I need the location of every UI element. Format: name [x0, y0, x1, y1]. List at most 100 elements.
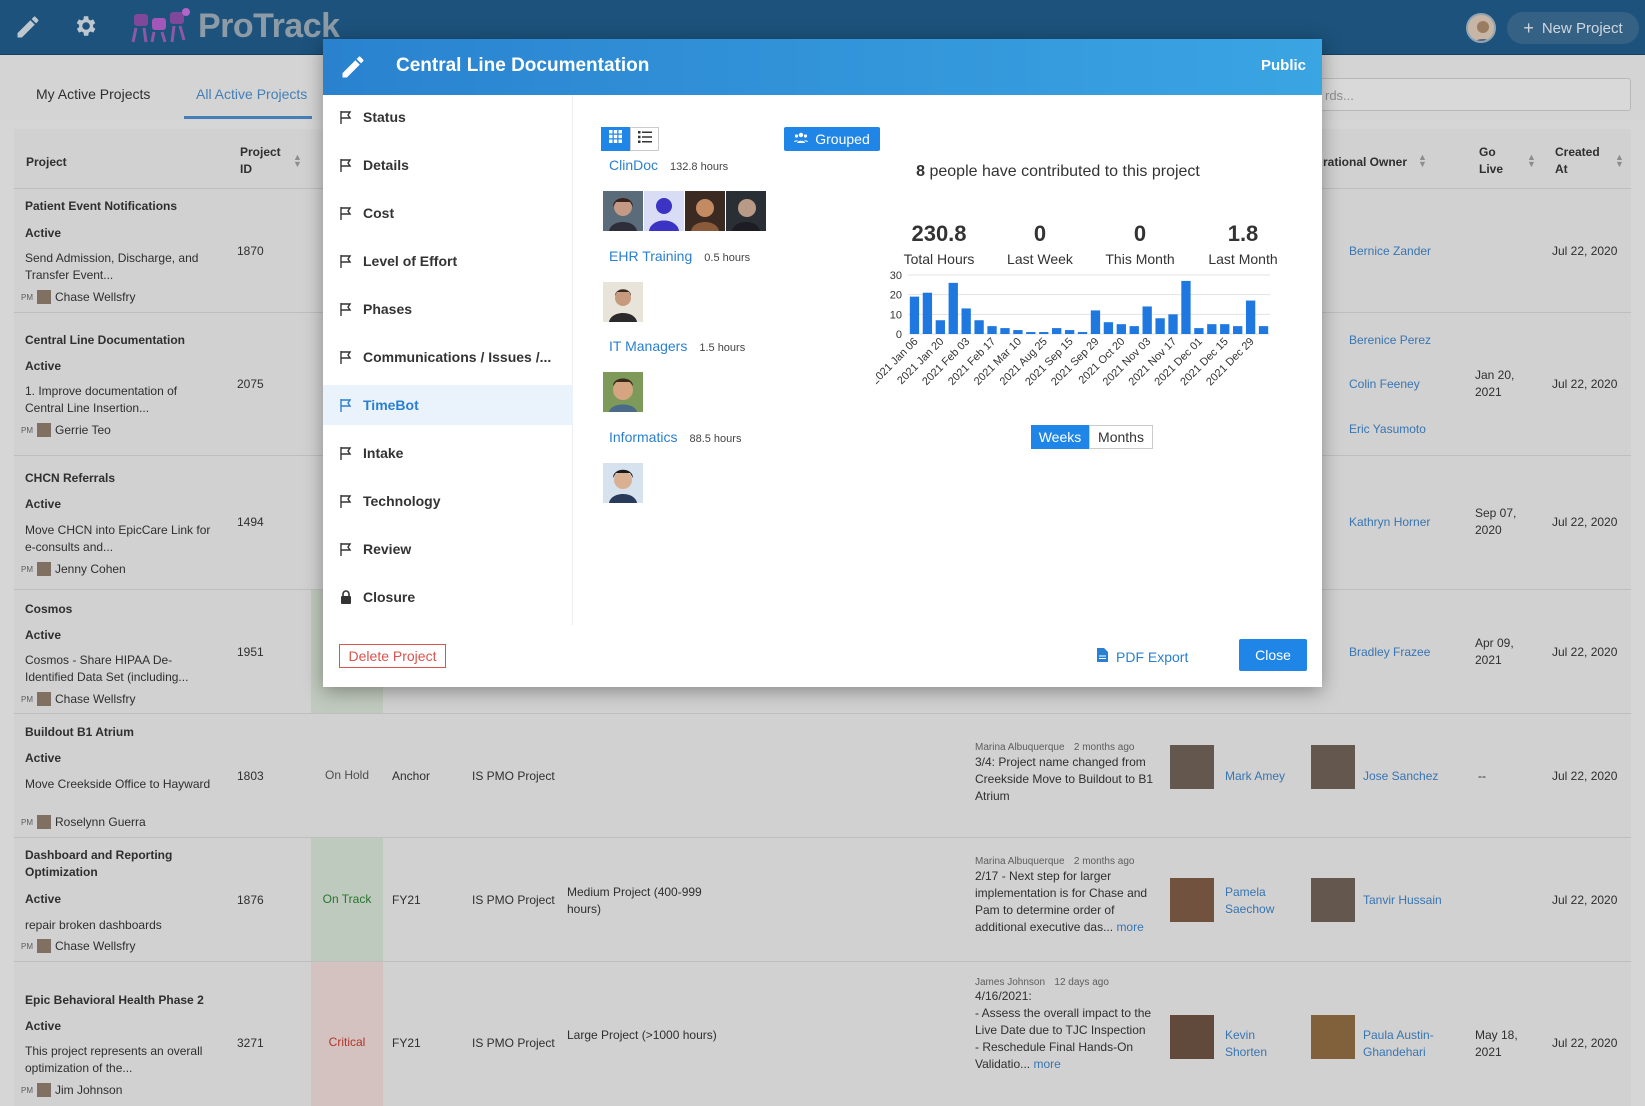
stat-total-hours: 230.8 Total Hours: [884, 221, 994, 267]
bar: [1245, 300, 1256, 334]
bar: [1039, 332, 1049, 334]
flag-icon: [339, 158, 353, 172]
grouped-toggle-button[interactable]: Grouped: [784, 127, 880, 151]
stat-label: Last Month: [1208, 251, 1278, 267]
stat-value: 230.8: [911, 221, 967, 246]
project-modal: Central Line Documentation Public Status…: [323, 39, 1322, 687]
close-button[interactable]: Close: [1239, 639, 1307, 671]
team-hours: 1.5 hours: [699, 342, 746, 354]
bar: [974, 320, 984, 334]
modal-header: Central Line Documentation Public: [323, 39, 1322, 95]
stat-value: 0: [1133, 221, 1147, 246]
flag-icon: [339, 542, 353, 556]
avatar: [603, 282, 643, 322]
sidebar-item-label: Intake: [363, 445, 404, 461]
grid-icon: [609, 130, 622, 148]
bar: [1077, 332, 1088, 334]
y-tick-label: 0: [896, 329, 902, 341]
bar: [1052, 328, 1062, 334]
bar: [909, 296, 920, 334]
list-view-button[interactable]: [630, 127, 659, 151]
sidebar-item-status[interactable]: Status: [323, 97, 573, 137]
sidebar-item-level-of-effort[interactable]: Level of Effort: [323, 241, 573, 281]
bar: [935, 320, 945, 334]
sidebar-item-label: Status: [363, 109, 406, 125]
sidebar-item-label: TimeBot: [363, 397, 419, 413]
sidebar-item-communications[interactable]: Communications / Issues /...: [323, 337, 573, 377]
sidebar-item-label: Phases: [363, 301, 413, 317]
y-tick-label: 10: [890, 309, 902, 321]
team-name[interactable]: Informatics: [609, 429, 677, 445]
sidebar-item-label: Level of Effort: [363, 253, 458, 269]
bar: [922, 292, 933, 334]
pdf-export-button[interactable]: PDF Export: [1097, 648, 1188, 665]
sidebar-item-timebot[interactable]: TimeBot: [323, 385, 573, 425]
bar: [948, 282, 958, 334]
avatar: [726, 191, 766, 231]
bar: [1064, 330, 1075, 334]
stat-value: 1.8: [1227, 221, 1259, 246]
file-pdf-icon: [1097, 648, 1108, 665]
flag-icon: [339, 446, 353, 460]
flag-icon: [339, 206, 353, 220]
avatar: [603, 463, 643, 503]
sidebar-item-details[interactable]: Details: [323, 145, 573, 185]
sidebar-item-label: Cost: [363, 205, 395, 221]
pdf-export-label: PDF Export: [1116, 648, 1189, 665]
avatar: [685, 191, 725, 231]
hours-bar-chart: 01020302021 Jan 062021 Jan 202021 Feb 03…: [876, 270, 1270, 388]
sidebar-item-phases[interactable]: Phases: [323, 289, 573, 329]
team-group: Informatics 88.5 hours: [609, 429, 741, 447]
bar: [1129, 326, 1139, 334]
team-name[interactable]: EHR Training: [609, 248, 692, 264]
flag-icon: [339, 110, 353, 124]
modal-sidebar: Status Details Cost Level of Effort Phas…: [323, 95, 573, 625]
bar: [1116, 324, 1126, 334]
bar: [1220, 324, 1230, 334]
visibility-badge[interactable]: Public: [1261, 57, 1306, 74]
bar: [1233, 326, 1243, 334]
bar: [1258, 326, 1269, 334]
sidebar-item-cost[interactable]: Cost: [323, 193, 573, 233]
bar: [1090, 310, 1101, 334]
bar: [1155, 318, 1165, 334]
modal-title: Central Line Documentation: [396, 55, 650, 76]
contributors-count: 8: [916, 163, 926, 180]
sidebar-item-label: Closure: [363, 589, 416, 605]
bar: [1013, 330, 1023, 334]
sidebar-item-intake[interactable]: Intake: [323, 433, 573, 473]
flag-icon: [339, 302, 353, 316]
stat-this-month: 0 This Month: [1085, 221, 1195, 267]
sidebar-item-label: Technology: [363, 493, 441, 509]
team-hours: 0.5 hours: [704, 252, 751, 264]
bar: [1168, 314, 1178, 334]
team-name[interactable]: IT Managers: [609, 338, 687, 354]
sidebar-item-technology[interactable]: Technology: [323, 481, 573, 521]
list-icon: [637, 130, 652, 148]
delete-project-button[interactable]: Delete Project: [339, 644, 446, 668]
team-hours: 88.5 hours: [689, 433, 742, 445]
grid-view-button[interactable]: [601, 127, 630, 151]
team-group: IT Managers 1.5 hours: [609, 338, 745, 356]
sidebar-item-review[interactable]: Review: [323, 529, 573, 569]
grouped-label: Grouped: [815, 131, 870, 147]
bar: [1207, 324, 1217, 334]
team-group: EHR Training 0.5 hours: [609, 248, 750, 266]
team-name[interactable]: ClinDoc: [609, 157, 658, 173]
stat-label: Total Hours: [903, 251, 975, 267]
y-tick-label: 20: [890, 290, 902, 302]
sidebar-item-label: Details: [363, 157, 409, 173]
pencil-icon: [339, 53, 367, 81]
months-toggle[interactable]: Months: [1089, 425, 1153, 449]
bar: [1142, 306, 1152, 334]
users-icon: [794, 131, 809, 147]
bar: [1000, 328, 1010, 334]
stat-last-week: 0 Last Week: [985, 221, 1095, 267]
sidebar-item-closure[interactable]: Closure: [323, 577, 573, 617]
bar: [987, 326, 997, 334]
flag-icon: [339, 350, 353, 364]
contributors-summary: 8 people have contributed to this projec…: [893, 163, 1223, 181]
weeks-toggle[interactable]: Weeks: [1031, 425, 1089, 449]
avatar: [603, 191, 643, 231]
lock-icon: [339, 590, 353, 604]
